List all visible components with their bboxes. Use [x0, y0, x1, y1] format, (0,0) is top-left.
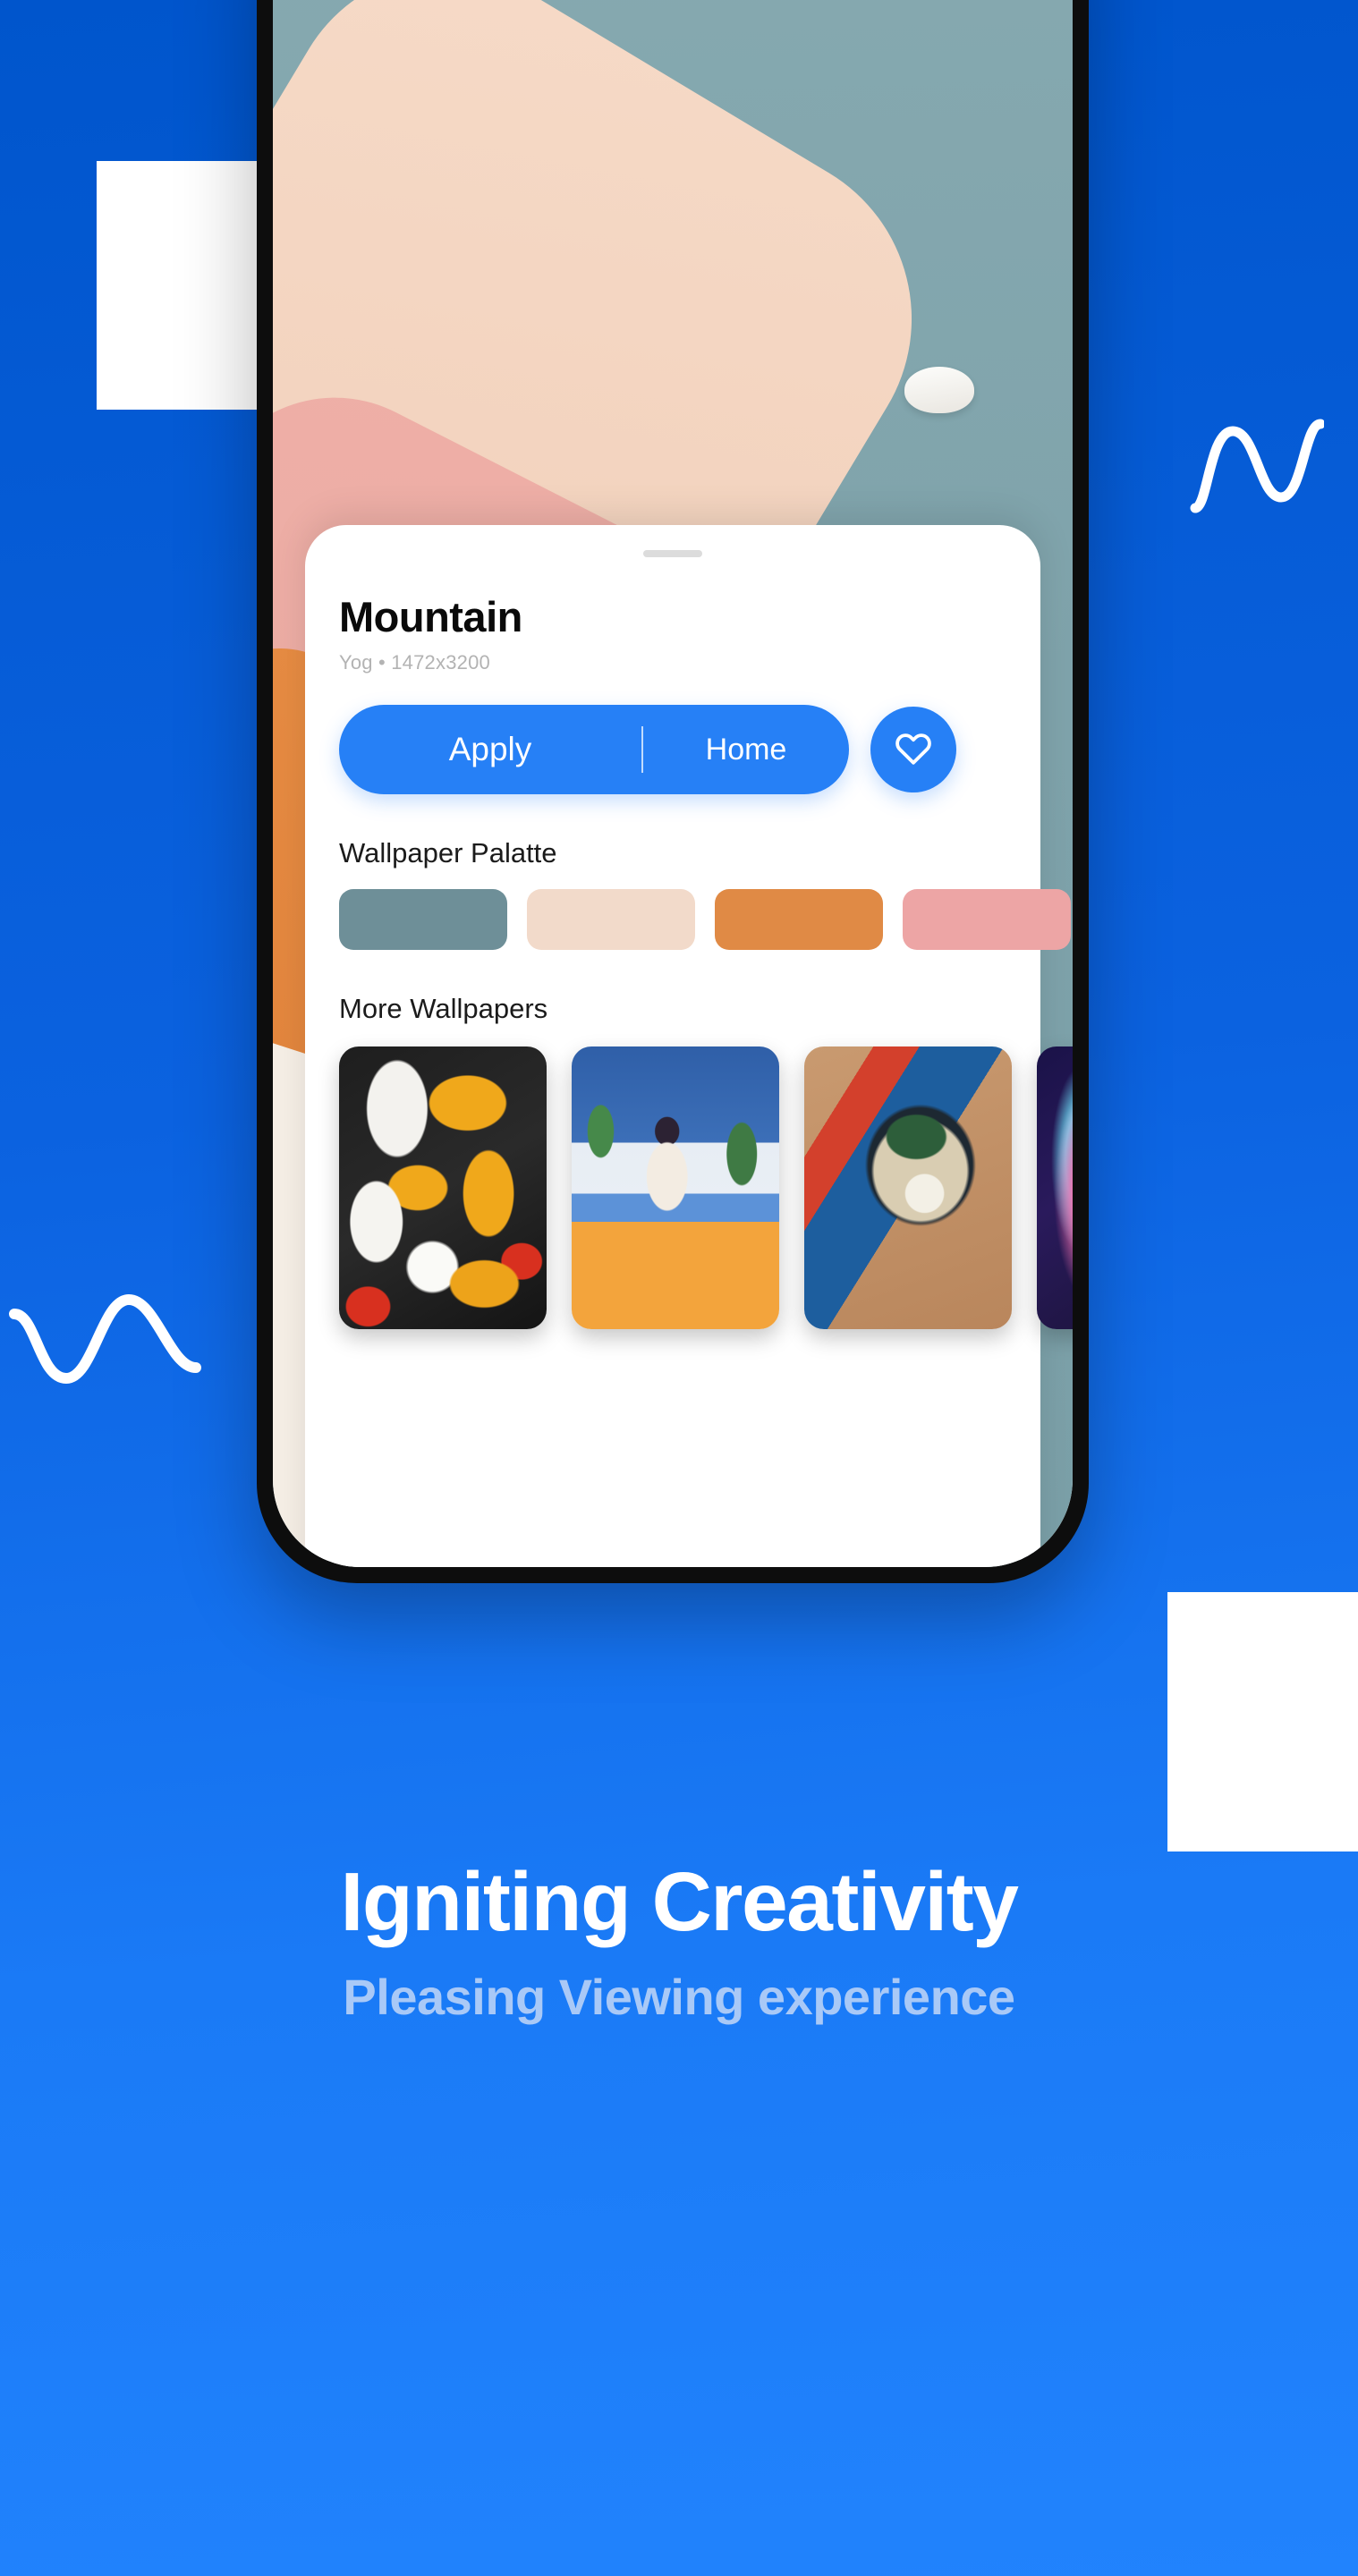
thumb-liquid-abstract[interactable] [1037, 1046, 1073, 1330]
swatch-peach[interactable] [527, 889, 695, 951]
marketing-copy: Igniting Creativity Pleasing Viewing exp… [0, 1860, 1358, 2022]
more-wallpapers-title: More Wallpapers [339, 993, 548, 1025]
palette-section-title: Wallpaper Palatte [339, 837, 557, 869]
palette-row [339, 889, 1071, 951]
wallpaper-title: Mountain [339, 593, 522, 640]
favorite-button[interactable] [870, 707, 956, 793]
home-target-button[interactable]: Home [643, 705, 849, 794]
thumb-kitchen-illustration[interactable] [572, 1046, 779, 1330]
wallpaper-meta: Yog • 1472x3200 [339, 651, 490, 674]
sheet-drag-handle[interactable] [643, 550, 702, 557]
stone-shape [904, 367, 974, 413]
promo-screen: Mountain Yog • 1472x3200 Apply Home Wall… [0, 0, 1358, 2576]
flower-blob-bottom-right [1167, 1592, 1358, 1852]
swatch-orange[interactable] [715, 889, 883, 951]
headline: Igniting Creativity [340, 1855, 1019, 1948]
subheadline: Pleasing Viewing experience [343, 1969, 1015, 2025]
phone-screen: Mountain Yog • 1472x3200 Apply Home Wall… [273, 0, 1073, 1567]
apply-home-group[interactable]: Apply Home [339, 705, 849, 795]
more-wallpapers-row [339, 1046, 1073, 1330]
swatch-slate[interactable] [339, 889, 507, 951]
action-row: Apply Home [339, 705, 1006, 795]
squiggle-left [9, 1275, 201, 1391]
apply-button[interactable]: Apply [339, 705, 641, 794]
swatch-pink[interactable] [903, 889, 1071, 951]
thumb-ramen-bowl[interactable] [804, 1046, 1012, 1330]
squiggle-right [1190, 411, 1326, 519]
details-bottom-sheet: Mountain Yog • 1472x3200 Apply Home Wall… [305, 525, 1073, 1567]
thumb-abstract-graffiti[interactable] [339, 1046, 547, 1330]
heart-icon [894, 730, 933, 770]
phone-mockup: Mountain Yog • 1472x3200 Apply Home Wall… [257, 0, 1089, 1583]
